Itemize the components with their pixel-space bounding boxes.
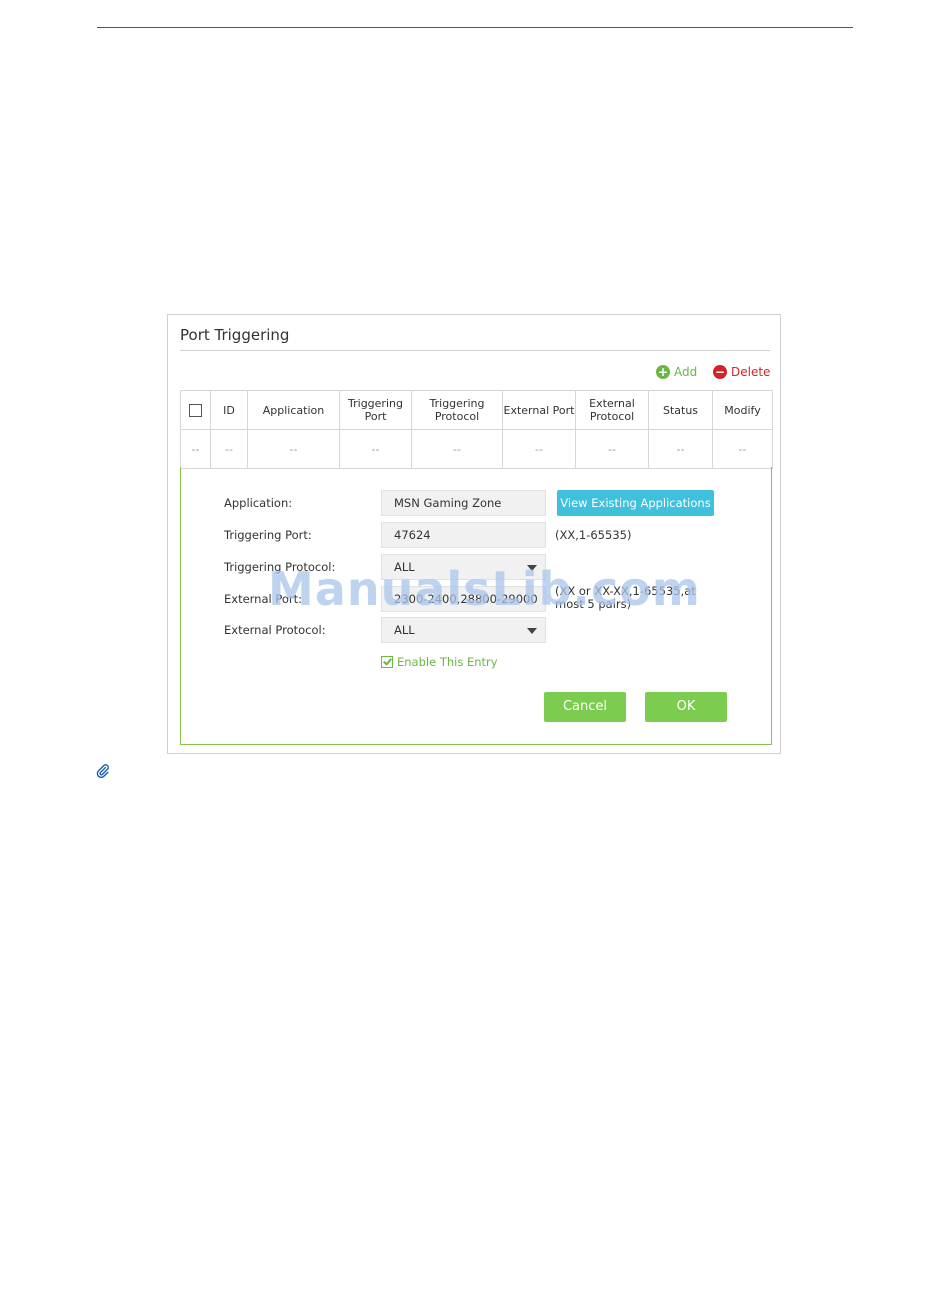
- table-header-row: ID Application Triggering Port Triggerin…: [180, 390, 773, 430]
- triggering-port-hint: (XX,1-65535): [555, 528, 632, 542]
- chevron-down-icon: [527, 628, 537, 634]
- view-existing-applications-button[interactable]: View Existing Applications: [557, 490, 714, 516]
- header-application: Application: [247, 390, 340, 430]
- triggering-port-label: Triggering Port:: [224, 528, 312, 542]
- header-external-protocol: External Protocol: [575, 390, 649, 430]
- header-modify: Modify: [712, 390, 773, 430]
- table-cell: --: [210, 429, 248, 469]
- delete-button[interactable]: − Delete: [713, 365, 770, 379]
- table-cell: --: [411, 429, 503, 469]
- external-protocol-label: External Protocol:: [224, 623, 326, 637]
- plus-circle-icon: +: [656, 365, 670, 379]
- select-all-checkbox[interactable]: [189, 403, 202, 417]
- page-top-rule: [97, 27, 853, 28]
- table-cell: --: [180, 429, 211, 469]
- port-triggering-table: ID Application Triggering Port Triggerin…: [180, 390, 773, 469]
- triggering-port-input[interactable]: 47624: [381, 522, 546, 548]
- watermark-text: ManualsLib.com: [268, 562, 701, 616]
- table-cell: --: [247, 429, 340, 469]
- table-cell: --: [502, 429, 576, 469]
- table-cell: --: [712, 429, 773, 469]
- header-select-all[interactable]: [180, 390, 211, 430]
- table-cell: --: [339, 429, 412, 469]
- application-field[interactable]: MSN Gaming Zone: [381, 490, 546, 516]
- header-triggering-protocol: Triggering Protocol: [411, 390, 503, 430]
- cancel-button[interactable]: Cancel: [544, 692, 626, 722]
- external-protocol-value: ALL: [394, 623, 415, 637]
- add-button[interactable]: + Add: [656, 365, 697, 379]
- panel-title: Port Triggering: [180, 326, 290, 344]
- table-cell: --: [648, 429, 713, 469]
- header-triggering-port: Triggering Port: [339, 390, 412, 430]
- table-cell: --: [575, 429, 649, 469]
- header-status: Status: [648, 390, 713, 430]
- enable-entry-checkbox[interactable]: Enable This Entry: [381, 655, 498, 669]
- delete-label: Delete: [731, 365, 771, 379]
- enable-entry-label: Enable This Entry: [397, 655, 498, 669]
- external-protocol-select[interactable]: ALL: [381, 617, 546, 643]
- add-label: Add: [674, 365, 698, 379]
- port-triggering-panel: Port Triggering + Add − Delete ID Applic…: [167, 314, 781, 754]
- application-label: Application:: [224, 496, 293, 510]
- checkbox-checked-icon: [381, 656, 393, 668]
- ok-button[interactable]: OK: [645, 692, 727, 722]
- paperclip-icon: [96, 764, 109, 778]
- table-row: -- -- -- -- -- -- -- -- --: [180, 429, 773, 469]
- minus-circle-icon: −: [713, 365, 727, 379]
- header-external-port: External Port: [502, 390, 576, 430]
- title-divider: [180, 350, 770, 351]
- header-id: ID: [210, 390, 248, 430]
